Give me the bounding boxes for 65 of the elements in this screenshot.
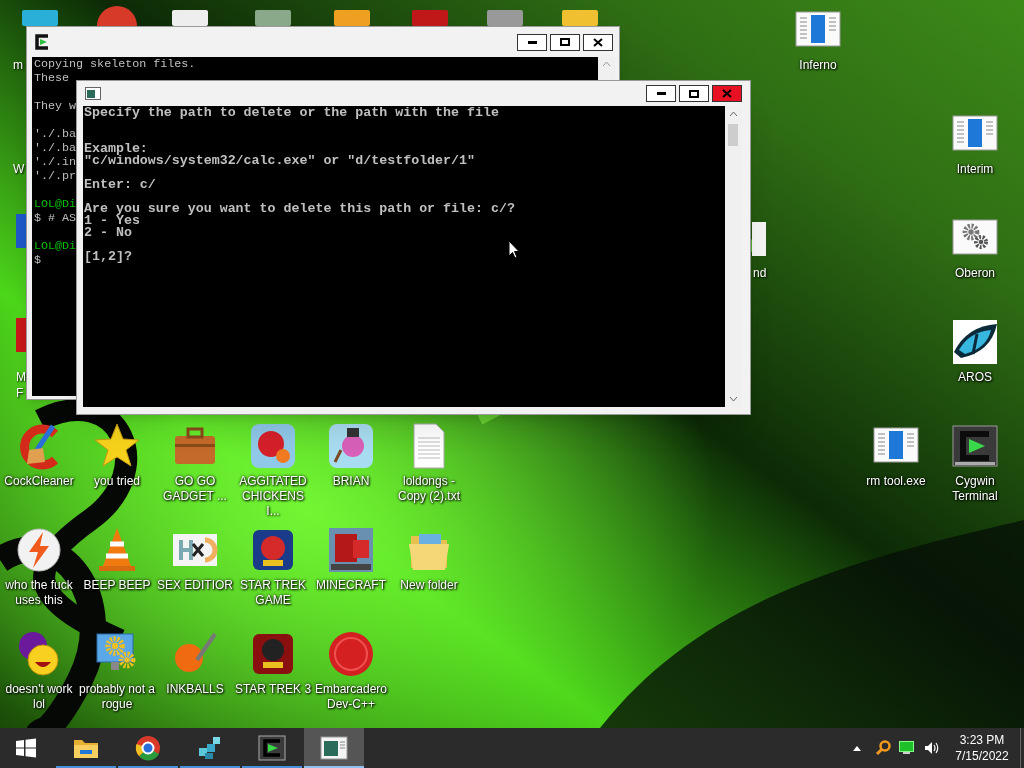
- eye-icon[interactable]: [951, 318, 999, 366]
- desktop-icon-label[interactable]: CockCleaner: [4, 474, 74, 489]
- scrollbar-thumb[interactable]: [728, 124, 738, 146]
- desktop-icon-label[interactable]: Oberon: [955, 266, 995, 281]
- desktop-icon-label[interactable]: AROS: [958, 370, 992, 385]
- close-button[interactable]: [583, 33, 613, 51]
- console-line: These: [34, 71, 70, 85]
- show-desktop-button[interactable]: [1020, 728, 1024, 768]
- desktop-icon-label[interactable]: rm tool.exe: [866, 474, 926, 489]
- console-line: $ # AS: [34, 211, 77, 225]
- minimize-button[interactable]: [646, 85, 676, 102]
- console-line: Are you sure you want to delete this path or file: c/?: [84, 203, 515, 215]
- console-line: Copying skeleton files.: [34, 57, 196, 71]
- console-line: They w: [34, 99, 77, 113]
- console-line: './.pr: [34, 169, 77, 183]
- desktop-icon-label[interactable]: W: [13, 162, 25, 177]
- console-line: LOL@Di: [34, 239, 77, 253]
- console-line: './.in: [34, 155, 77, 169]
- close-icon: [593, 37, 603, 47]
- desktop-icon-label[interactable]: doesn't work lol: [0, 682, 78, 712]
- desktop-icon-label[interactable]: STAR TREK 3: [234, 682, 312, 697]
- console-line: LOL@Di: [34, 197, 77, 211]
- terminal-icon: [258, 734, 286, 762]
- speaker-icon[interactable]: [924, 741, 940, 755]
- circle-logo-icon[interactable]: [327, 630, 375, 678]
- console-line: Example:: [84, 143, 148, 155]
- windows-logo-icon: [16, 738, 36, 758]
- desktop-icon-label[interactable]: M: [16, 370, 26, 385]
- bird-icon[interactable]: [327, 422, 375, 470]
- maximize-button[interactable]: [550, 33, 580, 51]
- console-line: './.ba: [34, 127, 77, 141]
- console-line: Specify the path to delete or the path with the file: [84, 107, 499, 119]
- cursor-icon: [508, 240, 520, 259]
- console-window-icon: [320, 734, 348, 762]
- desktop-icon-label[interactable]: Inferno: [799, 58, 837, 73]
- block-character-icon[interactable]: [327, 526, 375, 574]
- desktop-icon-label[interactable]: nd: [753, 266, 767, 281]
- clock[interactable]: 3:23 PM 7/15/2022: [950, 728, 1014, 768]
- console-app-icon: [85, 87, 101, 100]
- console-line: $: [34, 253, 41, 267]
- console-line: "c/windows/system32/calc.exe" or "d/testfolder/1": [84, 155, 475, 167]
- maximize-button[interactable]: [679, 85, 709, 102]
- desktop-icon-label[interactable]: Cygwin Terminal: [936, 474, 1014, 504]
- terminal-icon[interactable]: [951, 422, 999, 470]
- console-line: [1,2]?: [84, 251, 132, 263]
- desktop-icon-label[interactable]: Embarcadero Dev-C++: [312, 682, 390, 712]
- desktop-icon-label[interactable]: Interim: [956, 162, 994, 177]
- desktop-icon-label[interactable]: INKBALLS: [166, 682, 224, 697]
- desktop-icon-label[interactable]: probably not a rogue: [78, 682, 156, 712]
- desktop-icon-label[interactable]: m: [13, 58, 23, 73]
- lightning-icon[interactable]: [15, 526, 63, 574]
- terminal-app-icon: [33, 33, 51, 51]
- desktop-icon-label[interactable]: SEX EDITIOR: [157, 578, 233, 593]
- console-line: './.ba: [34, 141, 77, 155]
- minimize-button[interactable]: [517, 33, 547, 51]
- desktop-icon-label[interactable]: loldongs - Copy (2).txt: [390, 474, 468, 504]
- desktop-icon-label[interactable]: F: [16, 386, 24, 401]
- magnifier-icon[interactable]: [875, 740, 891, 756]
- console-line: 1 - Yes: [84, 215, 140, 227]
- show-hidden-icons-icon[interactable]: [853, 745, 861, 751]
- console-line: 2 - No: [84, 227, 132, 239]
- console-line: Enter: c/: [84, 179, 156, 191]
- taskbar-button[interactable]: [304, 728, 364, 768]
- star-icon[interactable]: [93, 422, 141, 470]
- close-icon: [722, 89, 732, 98]
